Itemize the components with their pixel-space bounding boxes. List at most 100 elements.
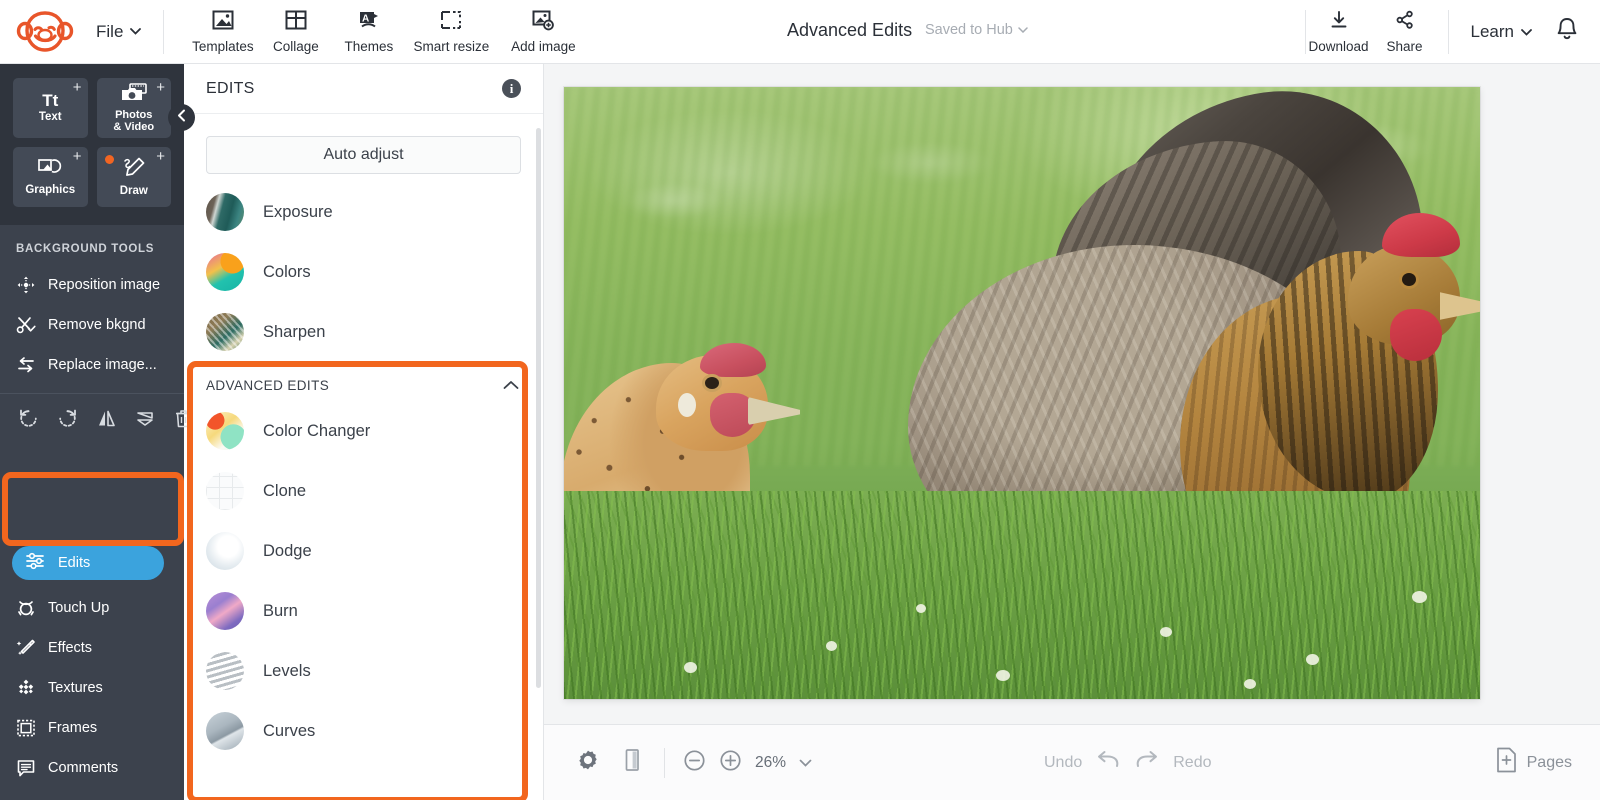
collage-label: Collage (273, 39, 319, 54)
flip-horizontal-icon[interactable] (96, 408, 117, 429)
sidebar-item-replace-image[interactable]: Replace image... (0, 345, 184, 385)
edit-item-colors[interactable]: Colors (184, 242, 543, 302)
clover-flower (1160, 627, 1172, 637)
sidebar-label: Replace image... (48, 357, 157, 373)
plus-icon: + (156, 148, 165, 165)
levels-thumbnail (206, 652, 244, 690)
download-icon (1329, 10, 1349, 35)
pages-button[interactable]: Pages (1496, 747, 1572, 778)
themes-button[interactable]: A Themes (332, 7, 405, 56)
download-share-group: Download Share (1306, 10, 1438, 54)
draw-active-dot (104, 155, 114, 164)
canvas-settings-button[interactable] (566, 749, 610, 776)
chicken-eye (705, 377, 719, 389)
chevron-down-icon (1521, 28, 1532, 36)
file-menu-label: File (96, 21, 124, 41)
sidebar-item-effects[interactable]: Effects (0, 628, 184, 668)
touch-up-icon (16, 598, 36, 618)
templates-button[interactable]: Templates (186, 7, 259, 56)
textures-icon (16, 678, 36, 698)
add-graphics-label: Graphics (25, 184, 76, 197)
rotate-left-icon[interactable] (18, 408, 39, 429)
edit-item-label: Clone (263, 481, 307, 500)
panels-layout-button[interactable] (610, 748, 654, 777)
clone-thumbnail (206, 472, 244, 510)
add-image-button[interactable]: Add image (497, 7, 589, 56)
auto-adjust-button[interactable]: Auto adjust (206, 136, 521, 174)
edit-item-exposure[interactable]: Exposure (184, 182, 543, 242)
undo-arrow-icon[interactable] (1095, 749, 1121, 776)
edit-item-sharpen[interactable]: Sharpen (184, 302, 543, 362)
notification-bell-icon (1554, 16, 1580, 49)
add-image-label: Add image (511, 39, 576, 54)
add-graphics-button[interactable]: + Graphics (13, 147, 88, 207)
add-image-icon (532, 7, 555, 33)
edit-item-levels[interactable]: Levels (184, 641, 543, 701)
clover-flower (1244, 679, 1256, 689)
effects-wand-icon (16, 638, 36, 658)
flip-vertical-icon[interactable] (135, 408, 156, 429)
panel-scrollbar[interactable] (536, 128, 541, 688)
add-content-section: + Tt Text + Photos & Video + Graphics + … (0, 64, 184, 225)
collage-button[interactable]: Collage (259, 7, 332, 56)
edit-item-label: Sharpen (263, 322, 326, 341)
file-menu[interactable]: File (96, 21, 142, 42)
clover-flower (684, 662, 697, 673)
notification-bell-button[interactable] (1554, 16, 1580, 49)
sidebar-item-frames[interactable]: Frames (0, 708, 184, 748)
chicken-comb (700, 343, 766, 377)
pages-label: Pages (1526, 753, 1572, 771)
smart-resize-button[interactable]: Smart resize (405, 7, 497, 56)
chevron-up-icon (503, 378, 519, 393)
panel-header: EDITS i (184, 64, 543, 114)
chevron-down-icon[interactable] (799, 754, 812, 772)
sidebar-item-edits[interactable]: Edits (12, 546, 164, 580)
edit-item-burn[interactable]: Burn (184, 581, 543, 641)
advanced-edits-header[interactable]: ADVANCED EDITS (184, 362, 543, 401)
learn-menu[interactable]: Learn (1471, 22, 1532, 42)
graphics-icon (38, 157, 62, 182)
edit-item-label: Color Changer (263, 421, 371, 440)
canvas-image[interactable] (564, 87, 1480, 699)
info-icon[interactable]: i (502, 79, 521, 98)
add-draw-button[interactable]: + Draw (96, 147, 171, 207)
plus-icon: + (156, 79, 165, 96)
exposure-thumbnail (206, 193, 244, 231)
edit-item-curves[interactable]: Curves (184, 701, 543, 761)
burn-thumbnail (206, 592, 244, 630)
chevron-left-icon (176, 109, 187, 127)
sidebar-item-comments[interactable]: Comments (0, 748, 184, 788)
trash-icon[interactable] (174, 408, 193, 429)
edit-item-color-changer[interactable]: Color Changer (184, 401, 543, 461)
basic-edits-list: Exposure Colors Sharpen (184, 182, 543, 362)
picmonkey-editor-window: File Templates Collage A Themes Smart re… (0, 0, 1600, 800)
edit-item-label: Burn (263, 601, 298, 620)
add-draw-label: Draw (119, 184, 148, 197)
sidebar-item-touch-up[interactable]: Touch Up (0, 588, 184, 628)
edit-item-label: Colors (263, 262, 311, 281)
collapse-panel-button[interactable] (168, 104, 195, 131)
redo-label[interactable]: Redo (1173, 754, 1211, 772)
redo-arrow-icon[interactable] (1134, 749, 1160, 776)
share-button[interactable]: Share (1372, 10, 1438, 54)
rotate-right-icon[interactable] (57, 408, 78, 429)
zoom-in-icon[interactable] (719, 749, 742, 777)
saved-status[interactable]: Saved to Hub (925, 22, 1028, 38)
sidebar-item-reposition-image[interactable]: Reposition image (0, 265, 184, 305)
edit-item-clone[interactable]: Clone (184, 461, 543, 521)
add-text-button[interactable]: + Tt Text (13, 78, 88, 138)
sidebar-item-remove-bkgnd[interactable]: Remove bkgnd (0, 305, 184, 345)
sidebar-label: Touch Up (48, 600, 110, 616)
picmonkey-monkey-logo[interactable] (16, 9, 78, 55)
edit-item-label: Exposure (263, 202, 333, 221)
add-photos-video-button[interactable]: + Photos & Video (96, 78, 171, 138)
chicken-beak (1440, 292, 1480, 320)
zoom-out-icon[interactable] (683, 749, 706, 777)
edit-item-dodge[interactable]: Dodge (184, 521, 543, 581)
download-button[interactable]: Download (1306, 10, 1372, 54)
sidebar-item-textures[interactable]: Textures (0, 668, 184, 708)
undo-label[interactable]: Undo (1044, 754, 1082, 772)
panels-icon (622, 748, 642, 777)
top-tool-group: Templates Collage A Themes Smart resize … (186, 7, 589, 56)
bottom-toolbar: 26% Undo Redo Pages (544, 724, 1600, 800)
